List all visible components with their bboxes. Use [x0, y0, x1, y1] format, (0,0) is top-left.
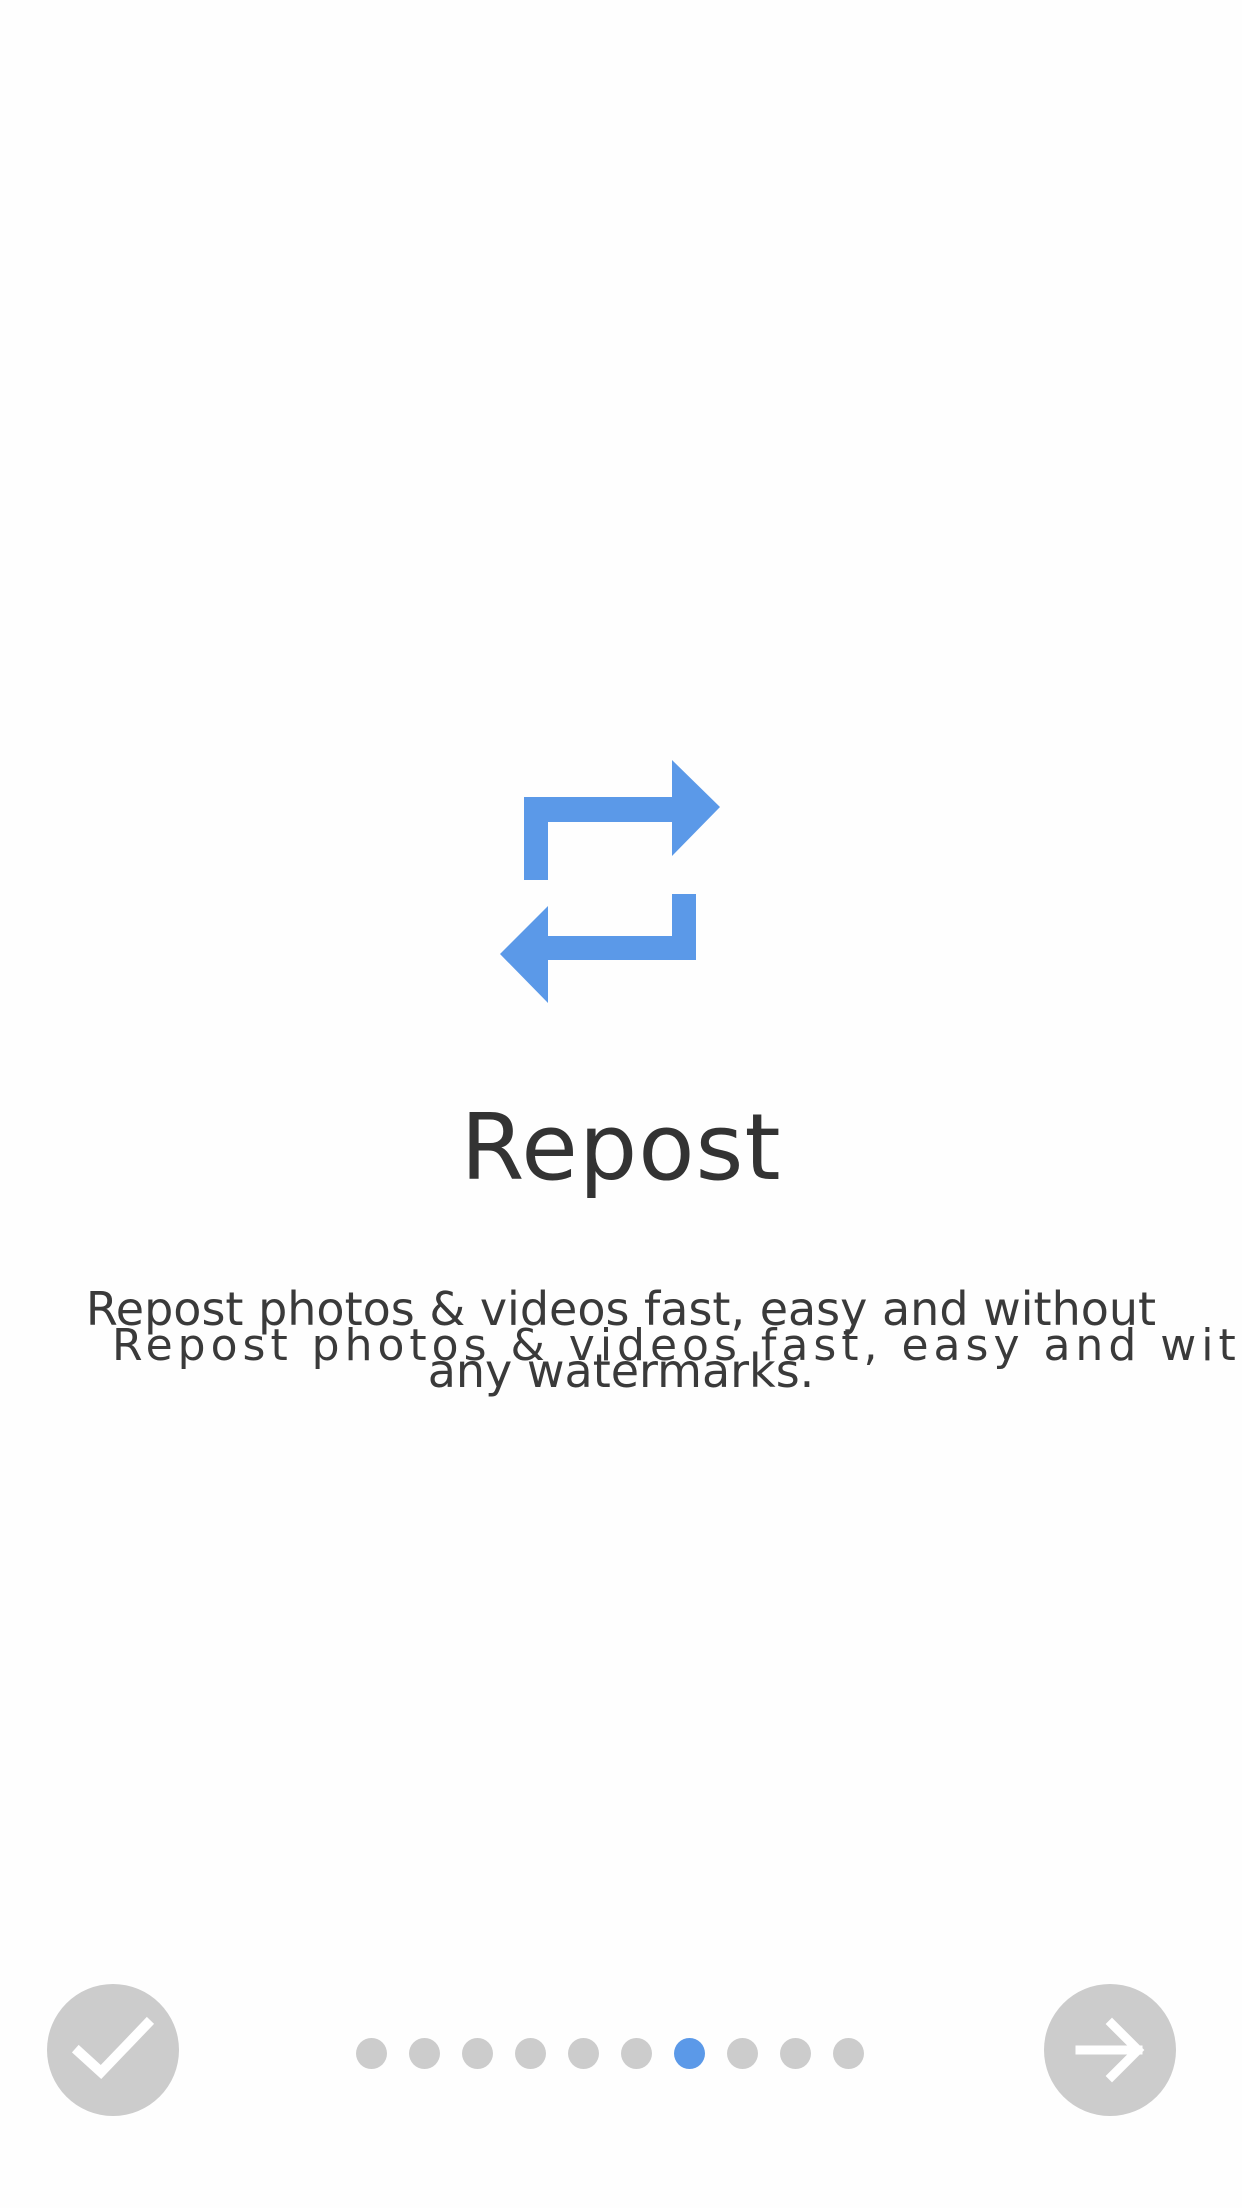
page-dot-5[interactable] — [568, 2038, 599, 2069]
page-dot-9[interactable] — [780, 2038, 811, 2069]
page-dot-3[interactable] — [462, 2038, 493, 2069]
next-button[interactable] — [1044, 1984, 1176, 2116]
page-dot-8[interactable] — [727, 2038, 758, 2069]
page-title: Repost — [460, 1094, 782, 1201]
description-overlay-text: Repost photos & videos fast, easy and wi… — [112, 1320, 1242, 1371]
page-dot-1[interactable] — [356, 2038, 387, 2069]
done-button[interactable] — [47, 1984, 179, 2116]
arrow-right-icon — [1075, 2017, 1145, 2083]
page-dot-10[interactable] — [833, 2038, 864, 2069]
checkmark-icon — [71, 2016, 155, 2079]
onboarding-screen: Repost Repost photos & videos fast, easy… — [0, 0, 1242, 2208]
page-dot-4[interactable] — [515, 2038, 546, 2069]
repost-icon — [500, 760, 720, 1003]
page-dot-2[interactable] — [409, 2038, 440, 2069]
page-dot-6[interactable] — [621, 2038, 652, 2069]
page-dot-7-active[interactable] — [674, 2038, 705, 2069]
page-indicator — [356, 2038, 864, 2070]
